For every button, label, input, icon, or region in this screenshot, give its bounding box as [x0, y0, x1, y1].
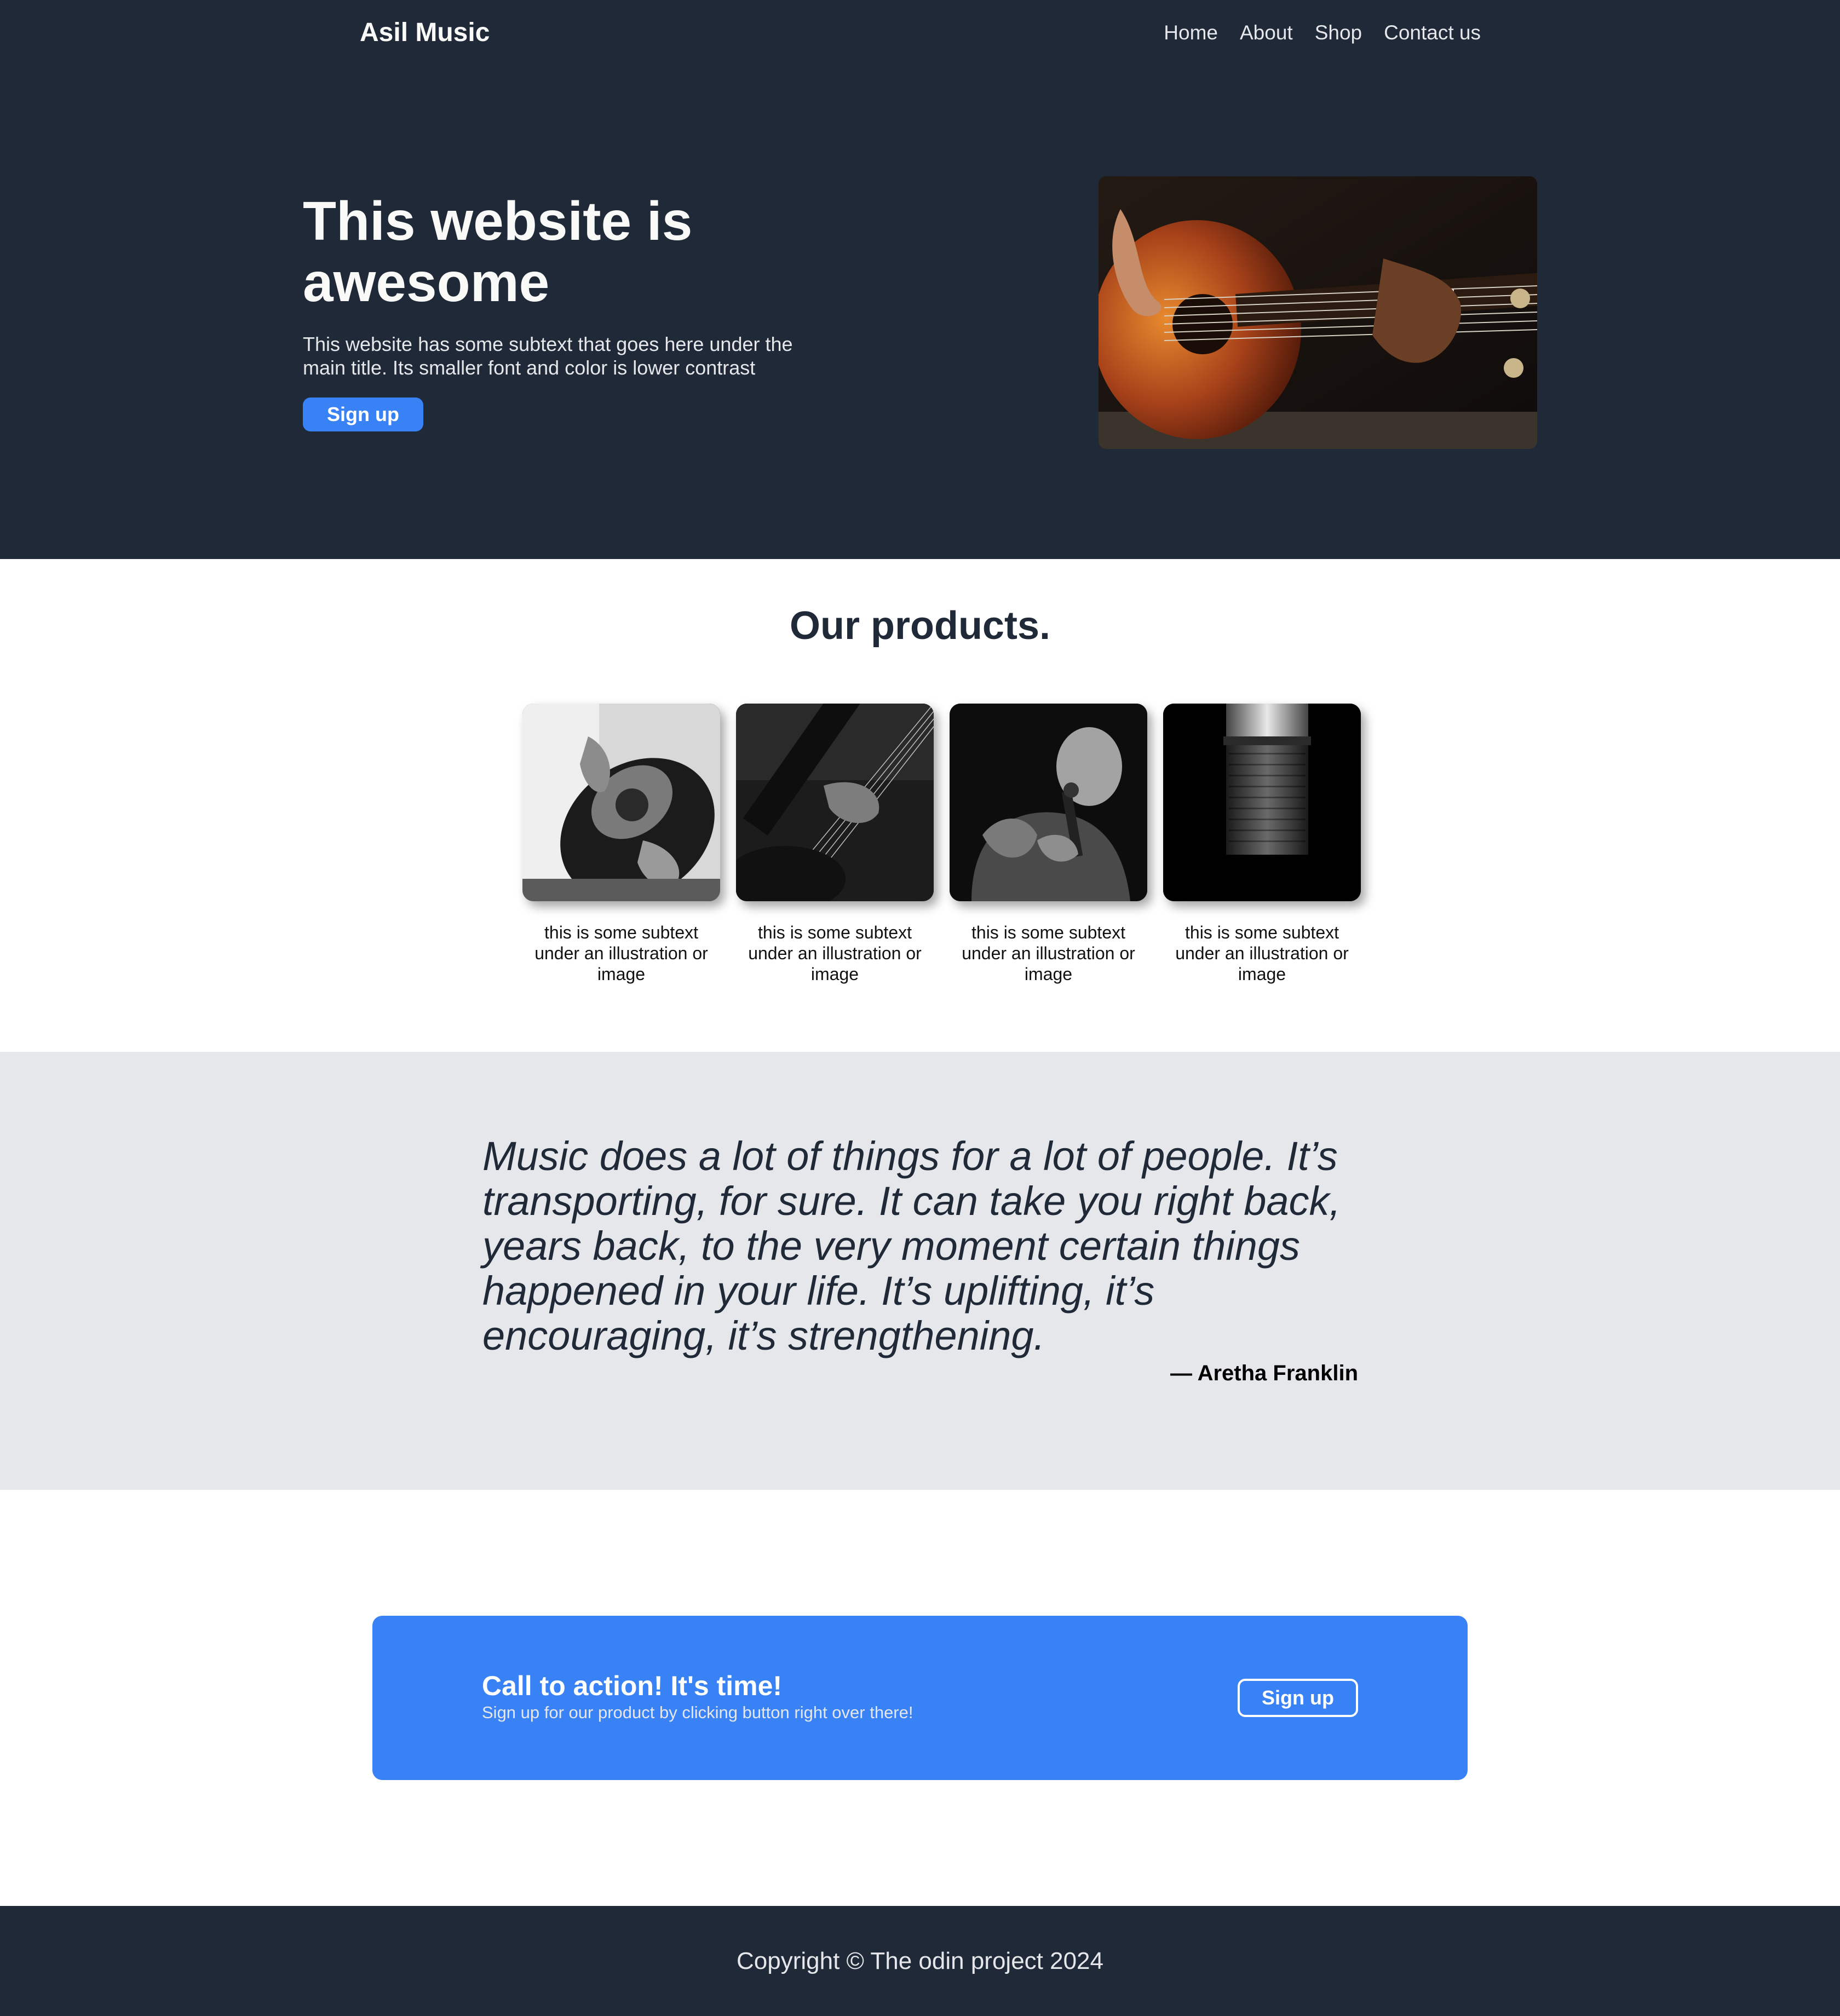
nav-home-link[interactable]: Home	[1164, 15, 1218, 50]
hero-title: This website is awesome	[303, 191, 693, 313]
acoustic-guitar-photo-icon	[522, 704, 720, 901]
product-image	[522, 704, 720, 901]
hero-guitar-image	[1099, 176, 1537, 449]
electric-guitar-photo-icon	[736, 704, 934, 901]
hero-section: Asil Music Home About Shop Contact us Th…	[0, 0, 1840, 559]
main-nav: Home About Shop Contact us	[1164, 15, 1481, 50]
singer-photo-icon	[950, 704, 1147, 901]
product-card[interactable]: this is some subtext under an illustrati…	[522, 704, 720, 984]
cta-signup-button[interactable]: Sign up	[1238, 1679, 1358, 1717]
product-caption: this is some subtext under an illustrati…	[534, 923, 708, 984]
products-title: Our products.	[789, 604, 1050, 648]
quote-author: — Aretha Franklin	[1170, 1361, 1358, 1385]
guitar-photo-icon	[1099, 176, 1537, 449]
hero-signup-button[interactable]: Sign up	[303, 398, 423, 431]
site-logo[interactable]: Asil Music	[360, 15, 490, 50]
footer-copyright: Copyright © The odin project 2024	[736, 1947, 1103, 1974]
cta-subtext: Sign up for our product by clicking butt…	[482, 1703, 913, 1722]
product-caption: this is some subtext under an illustrati…	[748, 923, 922, 984]
product-card[interactable]: this is some subtext under an illustrati…	[950, 704, 1147, 984]
nav-about-link[interactable]: About	[1240, 15, 1293, 50]
product-caption: this is some subtext under an illustrati…	[962, 923, 1135, 984]
quote-section: Music does a lot of things for a lot of …	[0, 1052, 1840, 1490]
hero-subtext: This website has some subtext that goes …	[303, 333, 793, 379]
product-image	[1163, 704, 1361, 901]
product-caption: this is some subtext under an illustrati…	[1175, 923, 1349, 984]
product-image	[736, 704, 934, 901]
quote-text: Music does a lot of things for a lot of …	[482, 1133, 1341, 1358]
call-to-action-box: Call to action! It's time! Sign up for o…	[372, 1616, 1468, 1780]
microphone-photo-icon	[1163, 704, 1361, 901]
footer: Copyright © The odin project 2024	[0, 1906, 1840, 2016]
product-card[interactable]: this is some subtext under an illustrati…	[1163, 704, 1361, 984]
product-card[interactable]: this is some subtext under an illustrati…	[736, 704, 934, 984]
product-image	[950, 704, 1147, 901]
nav-contact-link[interactable]: Contact us	[1384, 15, 1481, 50]
cta-title: Call to action! It's time!	[482, 1671, 783, 1701]
nav-shop-link[interactable]: Shop	[1315, 15, 1362, 50]
